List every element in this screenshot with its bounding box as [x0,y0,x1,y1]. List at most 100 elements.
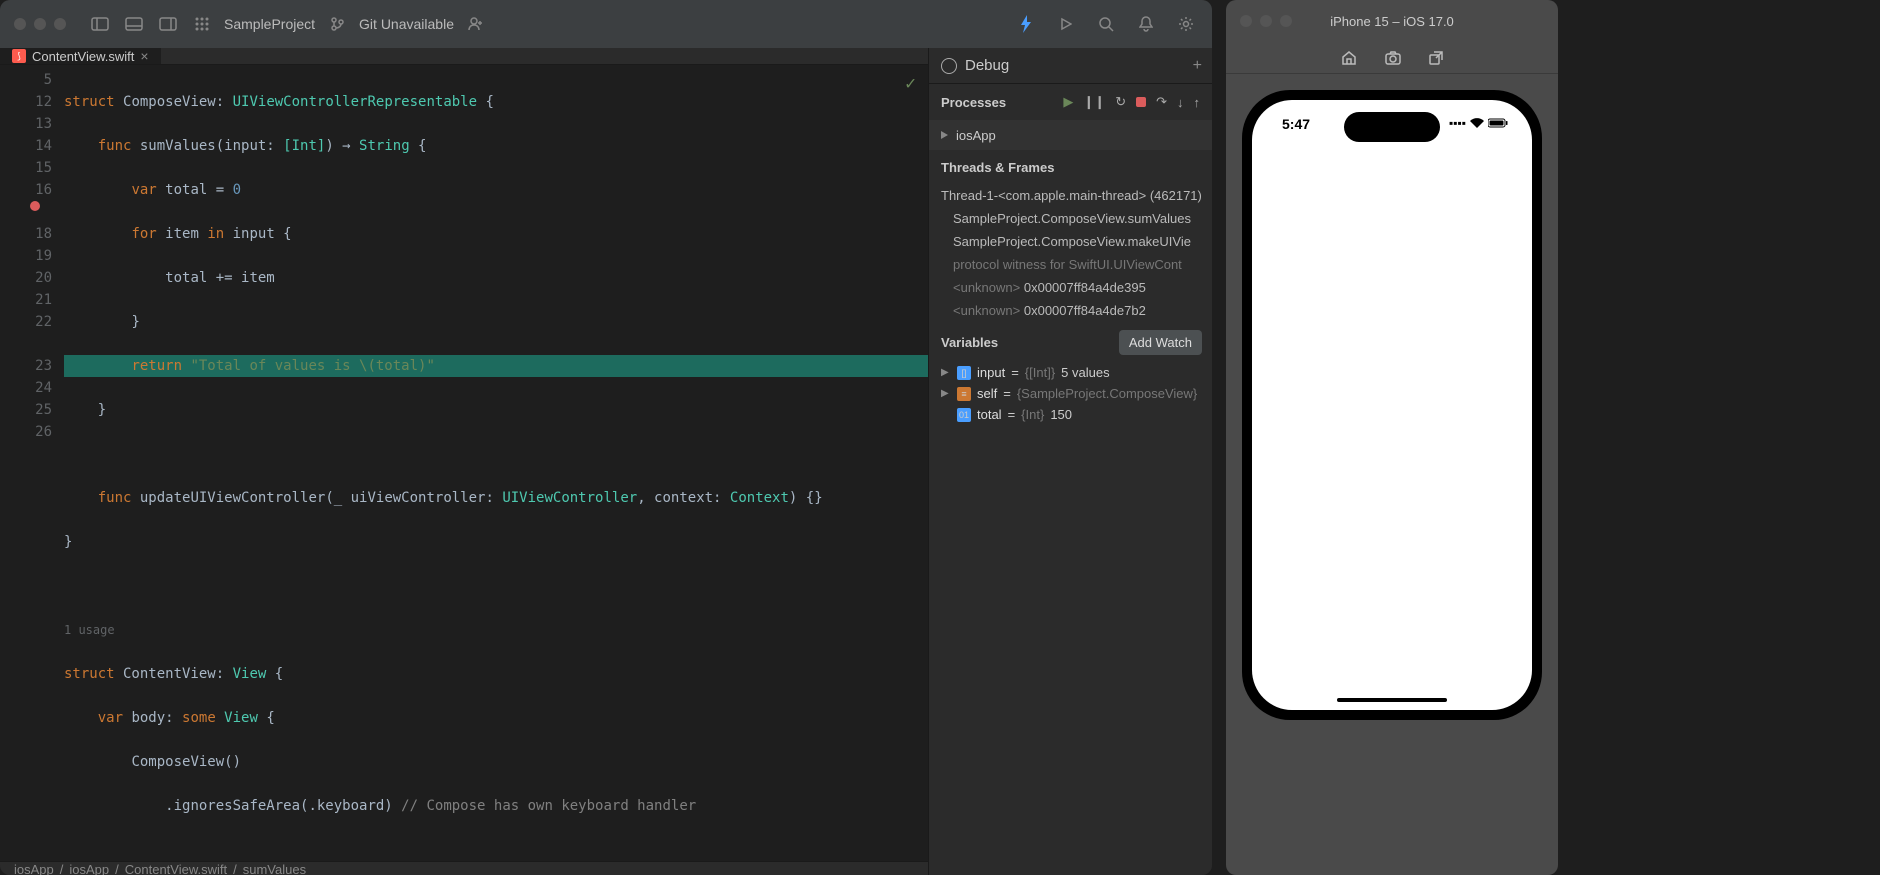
debug-header: Debug + [929,48,1212,84]
line-number[interactable]: 18 [0,223,52,245]
minimize-window[interactable] [1260,15,1272,27]
line-number[interactable]: 15 [0,157,52,179]
stack-frame[interactable]: <unknown> 0x00007ff84a4de7b2 [929,299,1212,322]
line-number[interactable]: 12 [0,91,52,113]
stop-icon[interactable] [1136,95,1146,110]
phone-screen[interactable]: 5:47 ▪▪▪▪ [1252,100,1532,710]
play-icon [941,131,948,139]
resume-icon[interactable]: ▶ [1063,94,1073,110]
external-icon[interactable] [1429,51,1443,65]
search-icon[interactable] [1094,12,1118,36]
variable-row[interactable]: ▶ ≡ self ={SampleProject.ComposeView} [929,383,1212,404]
line-number[interactable]: 25 [0,399,52,421]
status-icons: ▪▪▪▪ [1449,116,1508,130]
breakpoint-line[interactable] [0,201,52,223]
simulator-body: 5:47 ▪▪▪▪ [1226,74,1558,875]
line-number[interactable]: 16 [0,179,52,201]
line-number[interactable]: 21 [0,289,52,311]
chevron-right-icon[interactable]: ▶ [941,367,951,378]
gear-icon[interactable] [1174,12,1198,36]
stack-frame[interactable]: protocol witness for SwiftUI.UIViewCont [929,253,1212,276]
breakpoint-marker[interactable] [30,201,40,211]
breadcrumb-item[interactable]: ContentView.swift [125,862,227,875]
object-icon: ≡ [957,387,971,401]
close-icon[interactable]: × [140,48,148,64]
variable-row[interactable]: ▶ [] input = {[Int]} 5 values [929,362,1212,383]
maximize-window[interactable] [1280,15,1292,27]
add-watch-button[interactable]: Add Watch [1119,330,1202,355]
line-number[interactable]: 14 [0,135,52,157]
simulator-toolbar [1226,42,1558,74]
code-editor[interactable]: 5 12 13 14 15 16 18 19 20 21 22 23 [0,65,928,861]
close-window[interactable] [1240,15,1252,27]
simulator-window: iPhone 15 – iOS 17.0 5:47 ▪▪▪▪ [1226,0,1558,875]
grid-icon[interactable] [190,12,214,36]
minimize-window[interactable] [34,18,46,30]
wifi-icon [1470,118,1484,128]
editor-tab[interactable]: ⟆ ContentView.swift × [0,48,161,64]
step-into-icon[interactable]: ↓ [1177,95,1184,110]
int-icon: 01 [957,408,971,422]
check-icon[interactable]: ✓ [905,73,916,95]
stack-frame[interactable]: <unknown> 0x00007ff84a4de395 [929,276,1212,299]
variables-header: Variables Add Watch [929,322,1212,362]
ide-window: SampleProject Git Unavailable ⟆ ContentV… [0,0,1212,875]
battery-icon [1488,118,1508,128]
sidebar-right-icon[interactable] [156,12,180,36]
line-number[interactable]: 13 [0,113,52,135]
usage-hint[interactable]: 1 usage [64,619,928,641]
stack-frame[interactable]: SampleProject.ComposeView.sumValues [929,207,1212,230]
status-time: 5:47 [1282,116,1310,132]
line-number[interactable]: 19 [0,245,52,267]
editor-tabbar: ⟆ ContentView.swift × [0,48,928,65]
project-name[interactable]: SampleProject [224,16,315,32]
git-status: Git Unavailable [359,16,454,32]
array-icon: [] [957,366,971,380]
line-number[interactable]: 24 [0,377,52,399]
lightning-icon[interactable] [1014,12,1038,36]
step-over-icon[interactable]: ↷ [1156,94,1167,110]
thread-item[interactable]: Thread-1-<com.apple.main-thread> (462171… [929,184,1212,207]
variables-label: Variables [941,335,998,350]
branch-icon[interactable] [325,12,349,36]
stack-frame[interactable]: SampleProject.ComposeView.makeUIVie [929,230,1212,253]
process-item[interactable]: iosApp [929,120,1212,150]
line-number[interactable]: 5 [0,69,52,91]
screenshot-icon[interactable] [1385,51,1401,65]
simulator-title: iPhone 15 – iOS 17.0 [1330,14,1454,29]
variable-row[interactable]: 01 total = {Int} 150 [929,404,1212,425]
line-number[interactable]: 23 [0,355,52,377]
sidebar-left-icon[interactable] [88,12,112,36]
breadcrumb[interactable]: iosApp / iosApp / ContentView.swift / su… [0,861,928,875]
step-out-icon[interactable]: ↑ [1194,95,1201,110]
signal-icon: ▪▪▪▪ [1449,116,1466,130]
home-indicator[interactable] [1337,698,1447,702]
maximize-window[interactable] [54,18,66,30]
line-number[interactable]: 20 [0,267,52,289]
add-icon[interactable]: + [1193,57,1202,75]
bug-icon [941,58,957,74]
pause-icon[interactable]: ❙❙ [1083,94,1105,110]
swift-file-icon: ⟆ [12,49,26,63]
simulator-titlebar: iPhone 15 – iOS 17.0 [1226,0,1558,42]
gutter[interactable]: 5 12 13 14 15 16 18 19 20 21 22 23 [0,65,64,861]
code-area[interactable]: struct ComposeView: UIViewControllerRepr… [64,65,928,861]
line-number[interactable]: 26 [0,421,52,443]
processes-label: Processes [941,95,1055,110]
close-window[interactable] [14,18,26,30]
process-name: iosApp [956,128,996,143]
bell-icon[interactable] [1134,12,1158,36]
chevron-right-icon[interactable]: ▶ [941,388,951,399]
breadcrumb-item[interactable]: sumValues [243,862,306,875]
line-number[interactable]: 22 [0,311,52,333]
editor-column: ⟆ ContentView.swift × 5 12 13 14 15 16 [0,48,928,875]
breadcrumb-item[interactable]: iosApp [14,862,54,875]
traffic-lights [14,18,66,30]
breadcrumb-item[interactable]: iosApp [69,862,109,875]
sidebar-bottom-icon[interactable] [122,12,146,36]
home-icon[interactable] [1341,50,1357,66]
tab-filename: ContentView.swift [32,49,134,64]
add-user-icon[interactable] [464,12,488,36]
restart-icon[interactable]: ↻ [1115,94,1126,110]
run-icon[interactable] [1054,12,1078,36]
